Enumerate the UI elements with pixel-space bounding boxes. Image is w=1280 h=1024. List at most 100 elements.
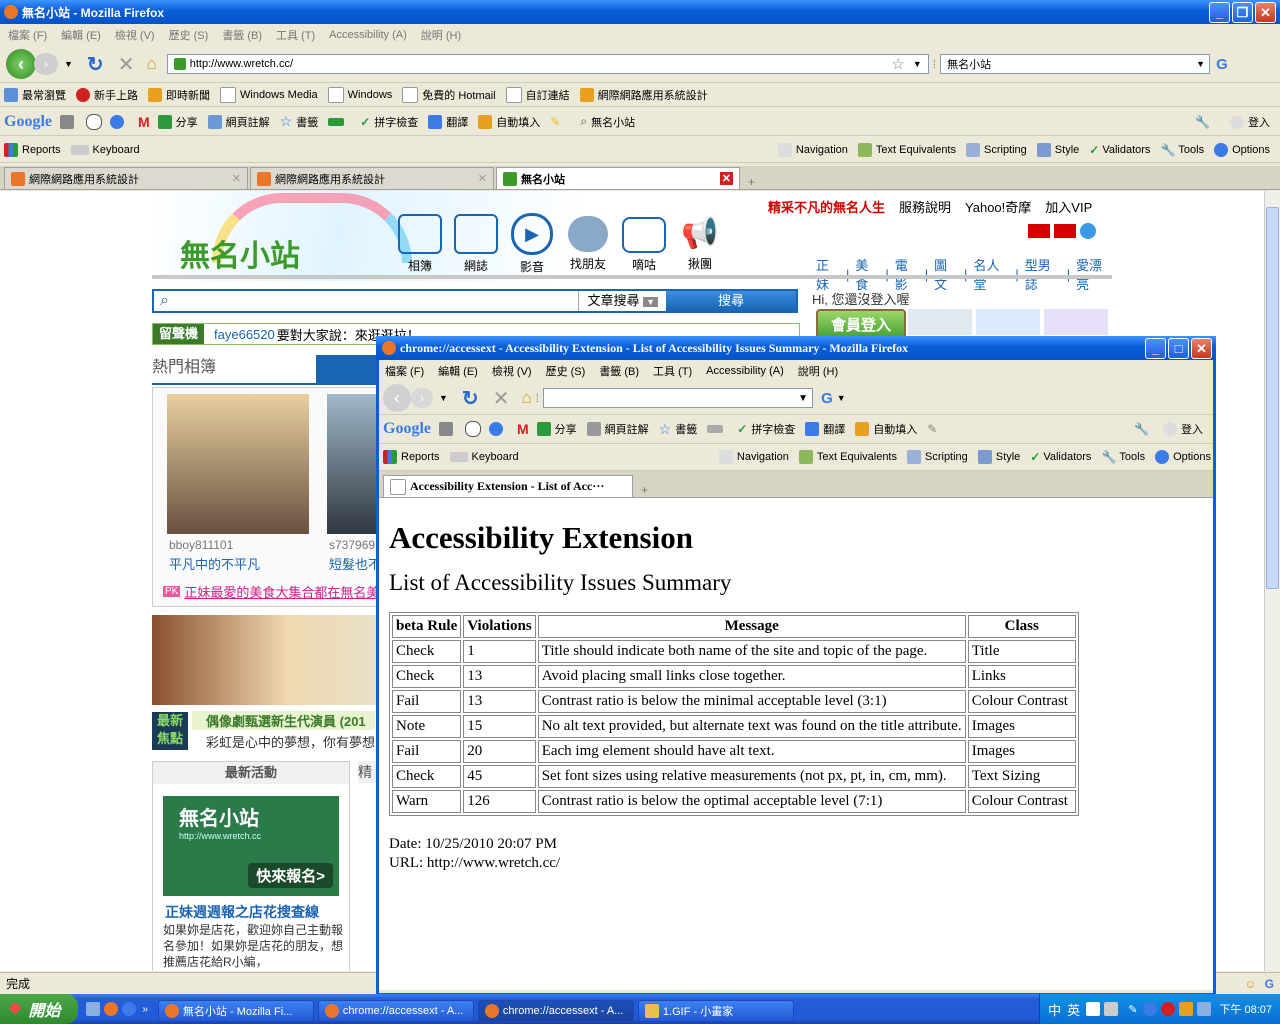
task-accessext-1[interactable]: chrome://accessext - A... [317,999,474,1022]
main-vertical-scrollbar[interactable] [1264,191,1280,971]
bookmark-star-icon[interactable]: ☆ [891,55,904,73]
new-tab-icon[interactable]: + [641,483,648,497]
google-sign-in[interactable]: 登入 [1248,114,1270,130]
tray-window-icon[interactable] [1086,1002,1101,1016]
desktop-icon[interactable] [86,1002,101,1016]
promo-thumb-3[interactable] [1044,309,1108,335]
google-share[interactable]: 分享 [176,114,198,130]
gmail-icon[interactable]: M [138,114,150,130]
highlighter-icon[interactable]: ✎ [927,422,937,436]
popup-home-icon[interactable]: ⌂ [521,388,531,408]
popup-menu-file[interactable]: 檔案 (F) [385,363,424,379]
resize-handle-icon[interactable]: ⁞ [933,57,936,71]
nav-murmur[interactable]: 嘀咕 [616,215,672,273]
google-plus-icon[interactable] [110,114,124,129]
popup-google-spellcheck[interactable]: 拼字檢查 [751,421,795,437]
nav-group[interactable]: 📢 揪團 [672,216,728,272]
close-button[interactable]: ✕ [1255,1,1276,23]
google-clock-icon[interactable] [465,421,481,437]
popup-google-share[interactable]: 分享 [555,421,577,437]
nav-video[interactable]: ▶ 影音 [504,213,560,275]
url-dropdown-icon[interactable]: ▼ [913,59,922,69]
popup-google-icon[interactable]: G [821,390,833,407]
album-photo-1[interactable] [167,394,309,534]
popup-url-dropdown-icon[interactable]: ▼ [798,393,808,404]
menu-edit[interactable]: 編輯 (E) [61,27,101,43]
google-menu-icon[interactable] [439,422,453,436]
popup-resize-handle-icon[interactable]: ⁞ [536,391,539,405]
popup-acc-text-equivalents-menu[interactable]: Text Equivalents [817,451,897,463]
cat-girls[interactable]: 正妹 [816,255,840,293]
popup-close-button[interactable]: ✕ [1191,337,1212,359]
bookmark-getting-started[interactable]: 新手上路 [94,87,138,103]
cat-beauty[interactable]: 愛漂亮 [1076,255,1112,293]
popup-forward-icon[interactable]: › [411,388,433,408]
bookmark-windows[interactable]: Windows [348,89,393,101]
pk-link[interactable]: PK 正妹最愛的美食大集合都在無名美 [163,582,379,601]
promo-title[interactable]: 正妹週週報之店花搜查線 [165,902,319,922]
popup-minimize-button[interactable]: _ [1145,337,1166,359]
nav-album[interactable]: 相簿 [392,214,448,274]
task-wretch[interactable]: 無名小站 - Mozilla Fi... [157,999,314,1022]
search-type-select[interactable]: 文章搜尋 ▼ [578,291,666,311]
link-yahoo[interactable]: Yahoo!奇摩 [965,197,1031,216]
popup-google-autofill[interactable]: 自動填入 [873,421,917,437]
main-title-bar[interactable]: 無名小站 - Mozilla Firefox _ ❐ ✕ [0,0,1280,24]
site-search-input[interactable] [175,291,578,311]
start-button[interactable]: ❖ 開始 [0,994,79,1024]
acc-style-menu[interactable]: Style [1055,144,1079,156]
promo-signup-button[interactable]: 快來報名> [248,863,333,888]
popup-acc-navigation-menu[interactable]: Navigation [737,451,789,463]
popup-maximize-button[interactable]: □ [1168,337,1189,359]
tray-pen-icon[interactable]: ✎ [1128,1003,1137,1016]
tray-keyboard-icon[interactable] [1104,1002,1119,1016]
acc-navigation-menu[interactable]: Navigation [796,144,848,156]
globe-icon[interactable] [1080,223,1096,239]
popup-acc-options-menu[interactable]: Options [1173,451,1211,463]
google-search-icon[interactable]: G [1216,56,1228,73]
popup-stop-icon[interactable]: ✕ [493,386,510,411]
acc-validators-menu[interactable]: Validators [1102,144,1150,156]
taiwan-flag-icon[interactable] [1028,224,1050,238]
popup-title-bar[interactable]: chrome://accessext - Accessibility Exten… [376,336,1216,360]
cat-men[interactable]: 型男誌 [1025,255,1061,293]
menu-view[interactable]: 檢視 (V) [115,27,155,43]
minimize-button[interactable]: _ [1209,1,1230,23]
ime-icon[interactable]: 中 [1048,1000,1061,1019]
popup-menu-help[interactable]: 說明 (H) [798,363,838,379]
tray-alert-icon[interactable] [1179,1002,1194,1016]
search-box[interactable]: 無名小站 ▼ [940,54,1211,74]
hongkong-flag-icon[interactable] [1054,224,1076,238]
popup-menu-edit[interactable]: 編輯 (E) [438,363,478,379]
gmail-notifier-icon[interactable]: G [1265,977,1274,991]
search-engine-dropdown-icon[interactable]: ▼ [1196,59,1205,69]
activity-promo-image[interactable]: 無名小站 http://www.wretch.cc 快來報名> [163,796,339,896]
popup-acc-tools-menu[interactable]: Tools [1119,451,1145,463]
acc-tools-menu[interactable]: Tools [1178,144,1204,156]
album-photo-2[interactable] [327,394,383,534]
wrench-icon[interactable]: 🔧 [1134,422,1149,436]
tab-wretch[interactable]: 無名小站 ✕ [496,167,740,189]
bookmark-most-visited[interactable]: 最常瀏覽 [22,87,66,103]
bookmark-hotmail[interactable]: 免費的 Hotmail [422,87,495,103]
tab-course-2[interactable]: 網際網路應用系統設計 ✕ [250,167,494,189]
gmail-icon[interactable]: M [517,421,529,437]
cat-illust[interactable]: 圖文 [934,255,958,293]
popup-google-notebook[interactable]: 網頁註解 [605,421,649,437]
google-plus-icon[interactable] [489,422,503,436]
back-icon[interactable]: ‹ [6,49,36,79]
home-icon[interactable]: ⌂ [146,54,156,74]
acc-options-menu[interactable]: Options [1232,144,1270,156]
link-vip[interactable]: 加入VIP [1045,197,1092,216]
bookmark-news[interactable]: 即時新聞 [166,87,210,103]
google-autofill[interactable]: 自動填入 [496,114,540,130]
acc-keyboard-menu[interactable]: Keyboard [93,144,140,156]
chrome-quicklaunch-icon[interactable] [122,1002,137,1016]
popup-menu-history[interactable]: 歷史 (S) [546,363,586,379]
tab-course-1[interactable]: 網際網路應用系統設計 ✕ [4,167,248,189]
popup-reload-icon[interactable]: ↻ [462,386,479,411]
scrollbar-thumb[interactable] [1266,207,1279,589]
popup-menu-tools[interactable]: 工具 (T) [653,363,692,379]
tab-close-icon[interactable]: ✕ [478,172,487,185]
smiley-icon[interactable]: ☺ [1244,977,1256,991]
